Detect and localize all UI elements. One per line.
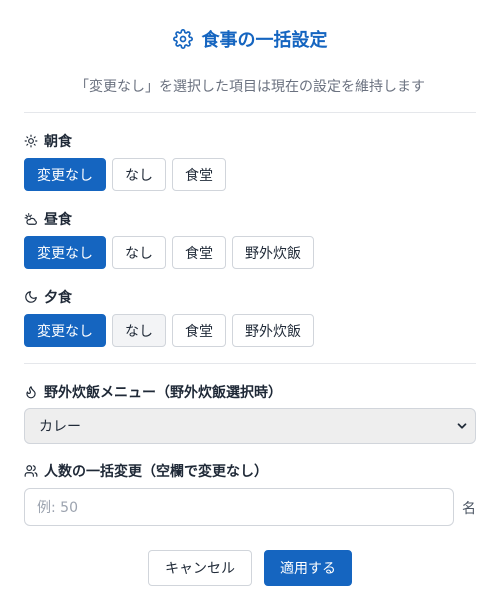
bulk-meal-settings-dialog: 食事の一括設定 「変更なし」を選択した項目は現在の設定を維持します 朝食 変更な…: [0, 0, 500, 610]
breakfast-option-no-change[interactable]: 変更なし: [24, 158, 106, 191]
dinner-option-outdoor-cooking[interactable]: 野外炊飯: [232, 314, 314, 347]
people-unit-label: 名: [462, 501, 476, 517]
divider: [24, 112, 476, 113]
flame-icon: [26, 386, 36, 399]
outdoor-menu-label-text: 野外炊飯メニュー（野外炊飯選択時）: [44, 385, 282, 401]
breakfast-option-none[interactable]: なし: [112, 158, 166, 191]
outdoor-menu-select[interactable]: カレー: [24, 408, 476, 444]
lunch-label: 昼食: [24, 209, 72, 229]
dialog-title: 食事の一括設定: [0, 24, 500, 54]
users-icon: [24, 465, 38, 477]
dialog-title-text: 食事の一括設定: [201, 30, 328, 51]
dinner-option-no-change[interactable]: 変更なし: [24, 314, 106, 347]
breakfast-option-cafeteria[interactable]: 食堂: [172, 158, 226, 191]
cancel-button[interactable]: キャンセル: [148, 550, 252, 586]
moon-icon: [25, 291, 37, 303]
outdoor-menu-label: 野外炊飯メニュー（野外炊飯選択時）: [24, 382, 282, 402]
lunch-options: 変更なし なし 食堂 野外炊飯: [24, 236, 314, 269]
breakfast-options: 変更なし なし 食堂: [24, 158, 226, 191]
lunch-label-text: 昼食: [44, 212, 72, 228]
dinner-option-cafeteria[interactable]: 食堂: [172, 314, 226, 347]
sun-icon: [24, 134, 38, 148]
info-note: 「変更なし」を選択した項目は現在の設定を維持します: [75, 79, 425, 95]
people-label: 人数の一括変更（空欄で変更なし）: [24, 461, 268, 481]
chevron-down-icon: [457, 423, 467, 429]
people-count-placeholder: 例: 50: [37, 500, 78, 516]
dinner-label-text: 夕食: [44, 290, 72, 306]
sun-cloud-icon: [24, 213, 37, 225]
divider: [24, 363, 476, 364]
gear-icon: [172, 29, 193, 49]
dinner-options: 変更なし なし 食堂 野外炊飯: [24, 314, 314, 347]
breakfast-label: 朝食: [24, 131, 72, 151]
dinner-option-none[interactable]: なし: [112, 314, 166, 347]
people-label-text: 人数の一括変更（空欄で変更なし）: [44, 464, 268, 480]
people-count-input[interactable]: 例: 50: [24, 488, 454, 526]
apply-button[interactable]: 適用する: [264, 550, 352, 586]
lunch-option-none[interactable]: なし: [112, 236, 166, 269]
lunch-option-outdoor-cooking[interactable]: 野外炊飯: [232, 236, 314, 269]
breakfast-label-text: 朝食: [44, 134, 72, 150]
lunch-option-no-change[interactable]: 変更なし: [24, 236, 106, 269]
dinner-label: 夕食: [24, 287, 72, 307]
lunch-option-cafeteria[interactable]: 食堂: [172, 236, 226, 269]
outdoor-menu-selected-value: カレー: [39, 419, 81, 435]
